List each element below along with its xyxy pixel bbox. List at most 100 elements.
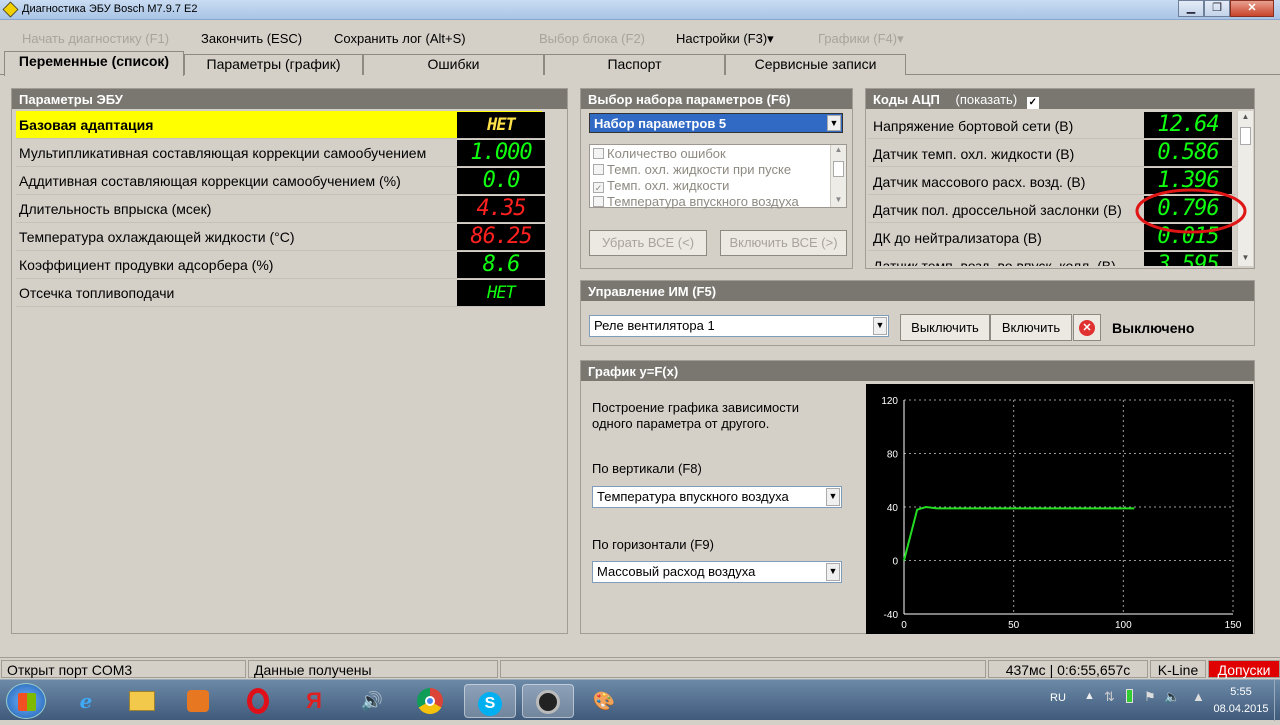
close-button[interactable]: ✕: [1230, 0, 1274, 17]
ecu-param-label: Коэффициент продувки адсорбера (%): [19, 257, 274, 273]
ecu-param-row[interactable]: Аддитивная составляющая коррекции самооб…: [16, 167, 545, 195]
menu-start-diagnostics[interactable]: Начать диагностику (F1): [22, 31, 169, 46]
ecu-param-row[interactable]: Отсечка топливоподачи НЕТ: [16, 279, 545, 307]
clock-date[interactable]: 08.04.2015: [1210, 703, 1272, 715]
status-indicator: ✕: [1073, 314, 1101, 341]
param-list-item[interactable]: Количество ошибок: [593, 146, 726, 161]
volume-icon[interactable]: 🔈: [1164, 689, 1180, 705]
param-list-item[interactable]: ✓ Темп. охл. жидкости: [593, 178, 729, 193]
yandex-browser-icon[interactable]: Я: [288, 684, 340, 718]
y-tick-label: 120: [881, 396, 898, 407]
remove-all-button[interactable]: Убрать ВСЕ (<): [589, 230, 707, 256]
tab-errors[interactable]: Ошибки: [363, 54, 544, 75]
media-player-icon[interactable]: [172, 684, 224, 718]
audio-player-icon[interactable]: 🔊: [346, 684, 398, 718]
turn-on-button[interactable]: Включить: [990, 314, 1072, 341]
ecu-param-row[interactable]: Температура охлаждающей жидкости (°С) 86.…: [16, 223, 545, 251]
adc-label: Датчик темп. охл. жидкости (В): [873, 146, 1075, 162]
network-signal-icon[interactable]: ▲: [1192, 689, 1205, 704]
diagnostics-app-icon[interactable]: [522, 684, 574, 718]
horizontal-axis-label: По горизонтали (F9): [592, 537, 714, 552]
param-set-select[interactable]: Набор параметров 5 ▼: [589, 113, 843, 133]
ecu-param-row[interactable]: Мультипликативная составляющая коррекции…: [16, 139, 545, 167]
actuator-select[interactable]: Реле вентилятора 1 ▼: [589, 315, 889, 337]
x-tick-label: 150: [1225, 620, 1242, 631]
start-button[interactable]: [6, 683, 46, 719]
adc-row[interactable]: Напряжение бортовой сети (В) 12.64: [868, 111, 1236, 139]
internet-explorer-icon[interactable]: e: [60, 684, 112, 718]
menu-select-block[interactable]: Выбор блока (F2): [539, 31, 645, 46]
vertical-axis-select[interactable]: Температура впускного воздуха ▼: [592, 486, 842, 508]
flag-icon[interactable]: ⚑: [1144, 689, 1156, 705]
tab-bar: Переменные (список) Параметры (график) О…: [0, 51, 1280, 76]
ecu-param-row[interactable]: Базовая адаптация НЕТ: [16, 111, 545, 139]
chrome-icon[interactable]: [404, 684, 456, 718]
app-icon: [2, 1, 19, 18]
minimize-button[interactable]: ▁: [1178, 0, 1204, 17]
menu-save-log[interactable]: Сохранить лог (Alt+S): [334, 31, 466, 46]
tab-passport[interactable]: Паспорт: [544, 54, 725, 75]
error-icon: ✕: [1079, 320, 1095, 336]
chevron-down-icon[interactable]: ▼: [827, 115, 841, 131]
adc-row[interactable]: Датчик темп. возд. во впуск. колл. (В) 3.…: [868, 251, 1236, 266]
status-port: Открыт порт COM3: [1, 660, 246, 678]
turn-off-button[interactable]: Выключить: [900, 314, 990, 341]
graph-panel: График y=F(x) Построение графика зависим…: [580, 360, 1255, 634]
highlight-ellipse: [1135, 188, 1247, 234]
battery-icon[interactable]: [1126, 689, 1133, 703]
menu-finish[interactable]: Закончить (ESC): [201, 31, 302, 46]
graph-description-1: Построение графика зависимости: [592, 400, 799, 415]
status-tolerances[interactable]: Допуски: [1208, 660, 1280, 678]
y-tick-label: 0: [892, 557, 898, 568]
param-checkbox[interactable]: ✓: [593, 182, 604, 193]
graph-description-2: одного параметра от другого.: [592, 416, 770, 431]
menu-settings[interactable]: Настройки (F3)▾: [676, 31, 774, 47]
ecu-param-row[interactable]: Длительность впрыска (мсек) 4.35: [16, 195, 545, 223]
vertical-axis-value: Температура впускного воздуха: [597, 489, 789, 504]
network-icon[interactable]: ⇅: [1104, 689, 1115, 705]
adc-title: Коды АЦП: [873, 92, 940, 107]
ecu-param-label: Температура охлаждающей жидкости (°С): [19, 229, 295, 245]
param-list-scrollbar[interactable]: ▲ ▼: [830, 145, 846, 207]
ecu-param-label: Базовая адаптация: [19, 117, 154, 133]
param-list-item[interactable]: Температура впускного воздуха: [593, 194, 799, 209]
actuator-title: Управление ИМ (F5): [581, 281, 1254, 301]
maximize-button[interactable]: ❐: [1204, 0, 1230, 17]
opera-icon[interactable]: [232, 684, 284, 718]
tab-parameters-graph[interactable]: Параметры (график): [184, 54, 363, 75]
enable-all-button[interactable]: Включить ВСЕ (>): [720, 230, 847, 256]
horizontal-axis-select[interactable]: Массовый расход воздуха ▼: [592, 561, 842, 583]
file-explorer-icon[interactable]: [116, 684, 168, 718]
chevron-down-icon[interactable]: ▼: [826, 488, 840, 506]
tab-service-records[interactable]: Сервисные записи: [725, 54, 906, 75]
chevron-down-icon[interactable]: ▼: [826, 563, 840, 581]
paint-icon[interactable]: 🎨: [578, 684, 630, 718]
adc-show-checkbox[interactable]: ✓: [1026, 97, 1039, 109]
series-line: [903, 505, 1135, 561]
param-checkbox[interactable]: [593, 196, 604, 207]
param-checkbox[interactable]: [593, 148, 604, 159]
adc-show-label: (показать): [955, 92, 1018, 107]
adc-value: 0.586: [1144, 140, 1232, 166]
ecu-param-label: Мультипликативная составляющая коррекции…: [19, 145, 427, 161]
chevron-down-icon[interactable]: ▼: [873, 317, 887, 335]
window-title: Диагностика ЭБУ Bosch M7.9.7 E2: [22, 3, 198, 15]
clock-time[interactable]: 5:55: [1216, 686, 1266, 698]
adc-label: Напряжение бортовой сети (В): [873, 118, 1074, 134]
param-list[interactable]: Количество ошибок Темп. охл. жидкости при…: [589, 144, 847, 209]
language-indicator[interactable]: RU: [1050, 692, 1066, 704]
param-list-item[interactable]: Темп. охл. жидкости при пуске: [593, 162, 791, 177]
ecu-param-label: Длительность впрыска (мсек): [19, 201, 212, 217]
y-tick-label: 80: [887, 450, 899, 461]
ecu-param-row[interactable]: Коэффициент продувки адсорбера (%) 8.6: [16, 251, 545, 279]
adc-codes-panel: Коды АЦП (показать) ✓ Напряжение бортово…: [865, 88, 1255, 269]
param-checkbox[interactable]: [593, 164, 604, 175]
adc-row[interactable]: Датчик темп. охл. жидкости (В) 0.586: [868, 139, 1236, 167]
show-hidden-icons[interactable]: ▲: [1084, 690, 1095, 702]
status-data: Данные получены: [248, 660, 498, 678]
show-desktop-button[interactable]: [1274, 680, 1280, 721]
tab-variables-list[interactable]: Переменные (список): [4, 51, 184, 76]
skype-icon[interactable]: S: [464, 684, 516, 718]
ecu-param-value: НЕТ: [457, 112, 545, 138]
menu-graphs[interactable]: Графики (F4)▾: [818, 31, 904, 47]
